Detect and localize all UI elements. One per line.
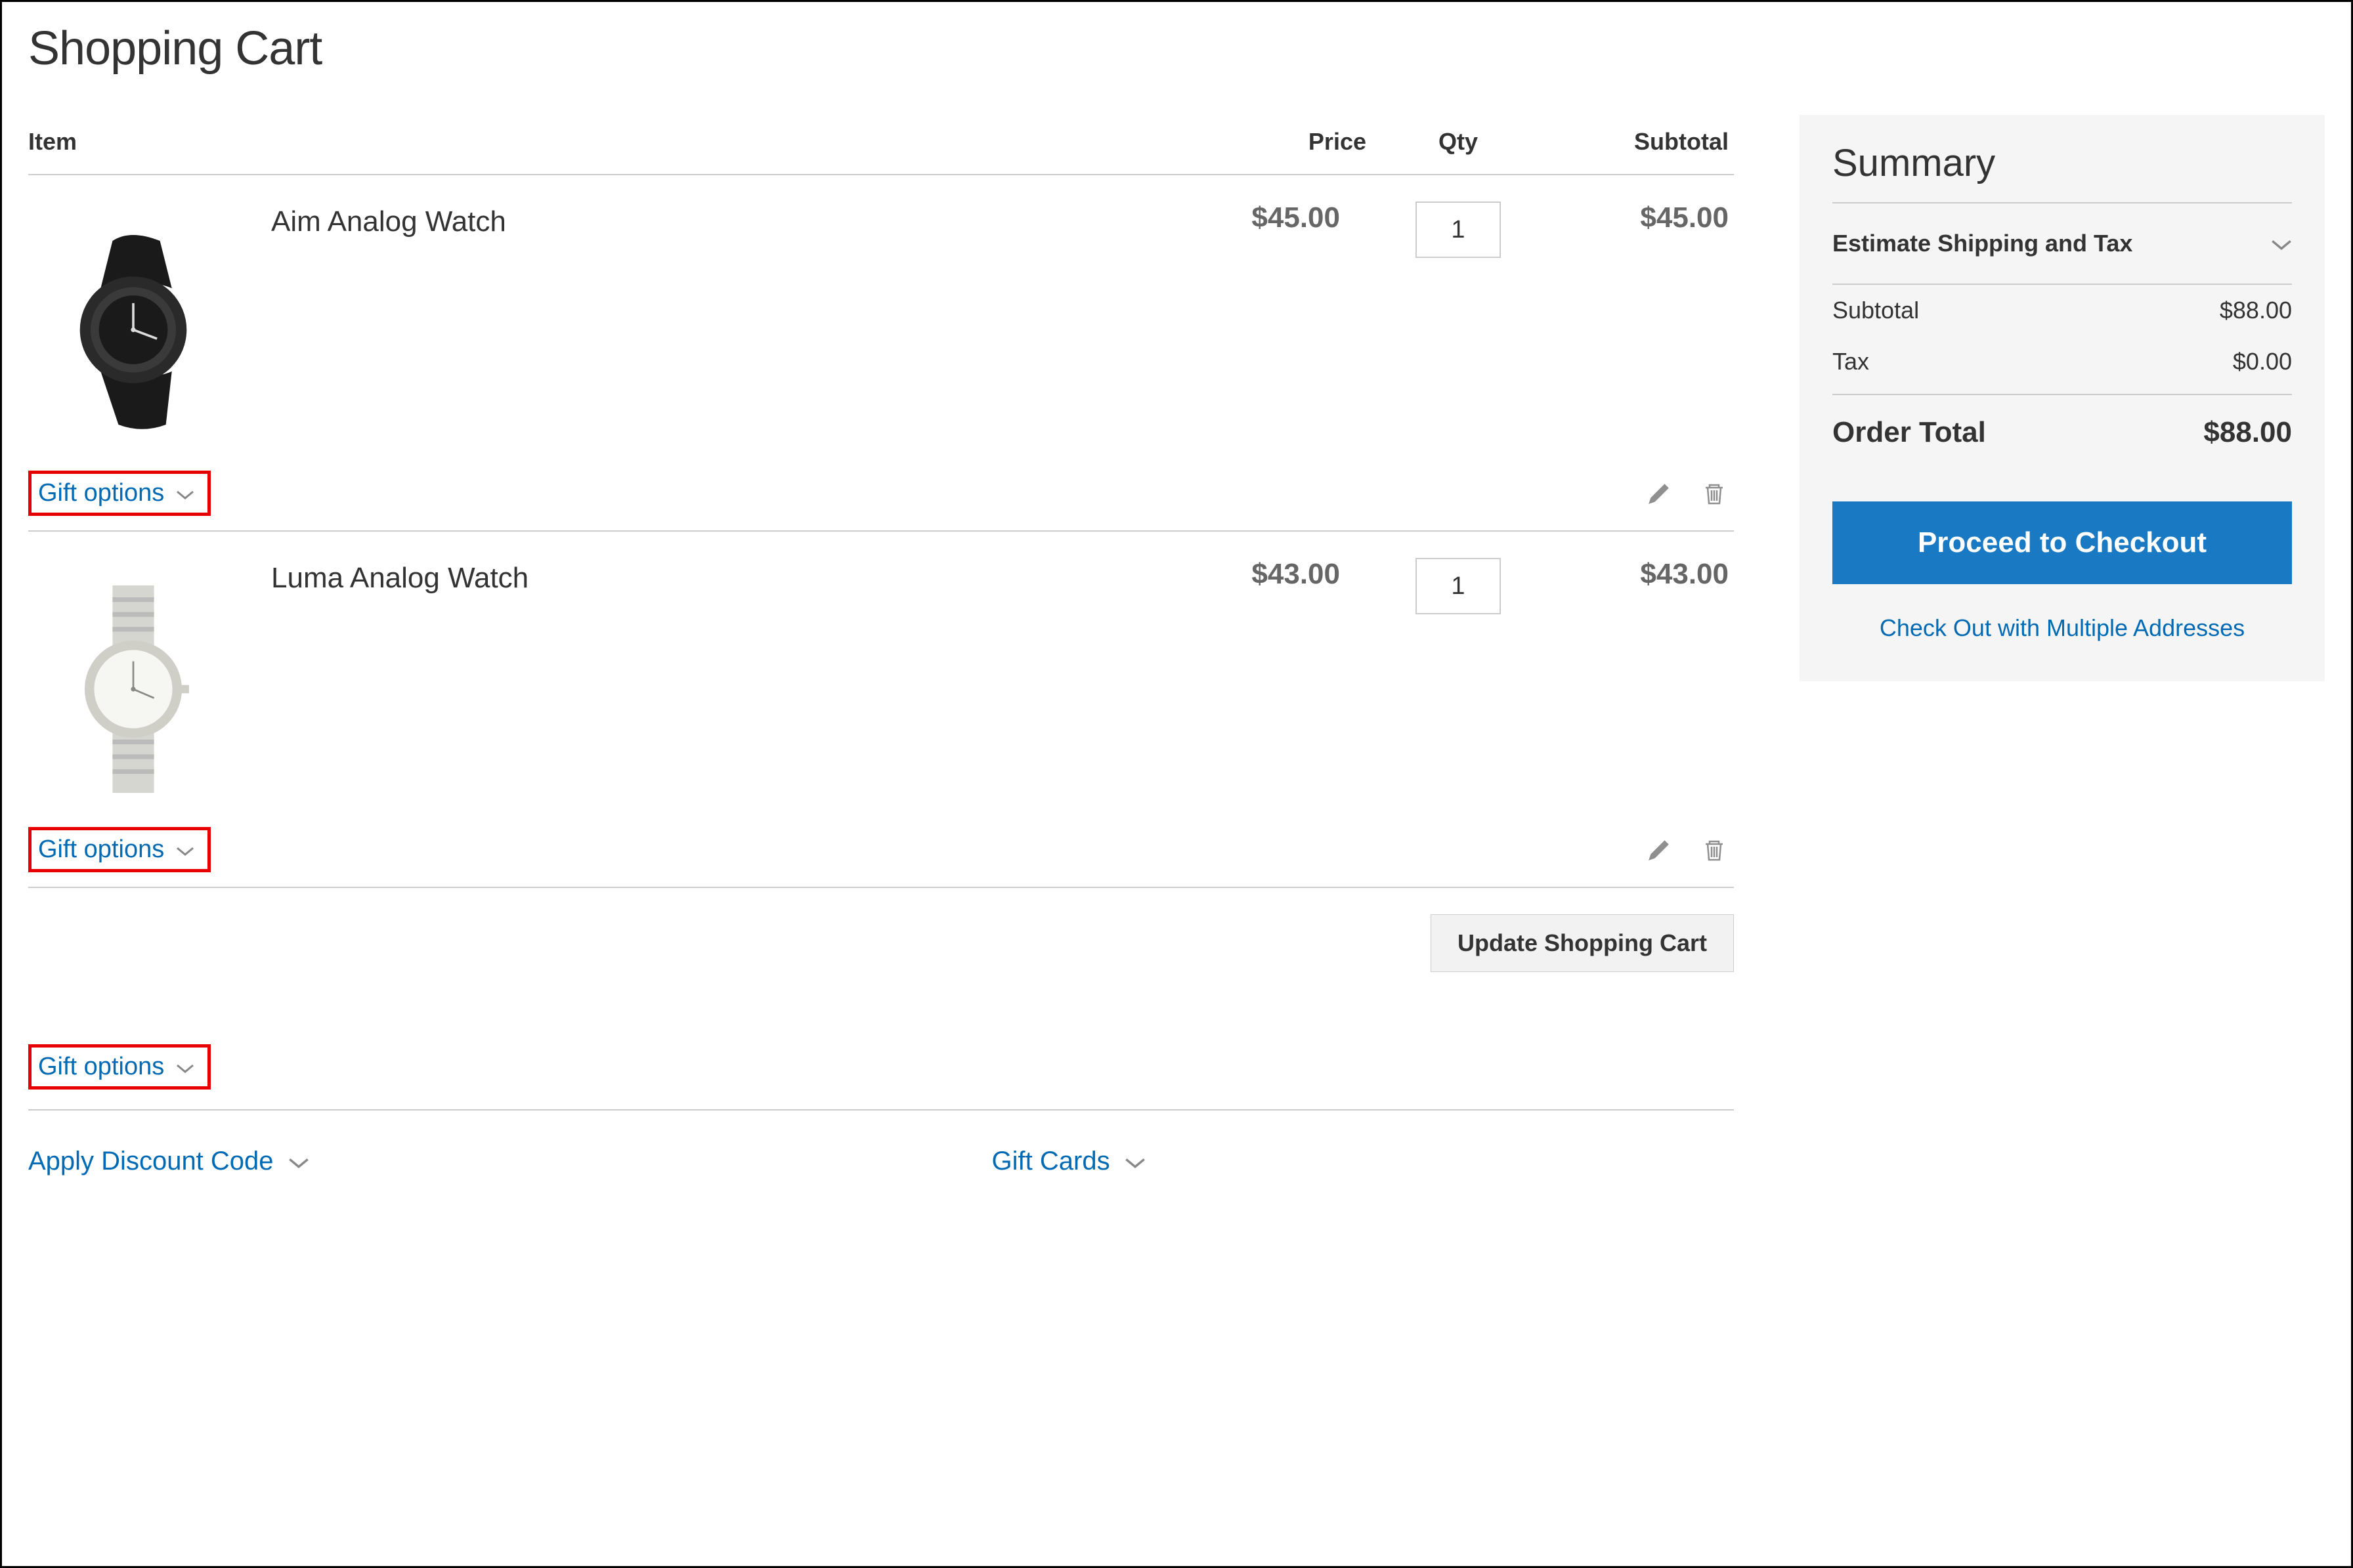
product-name[interactable]: Aim Analog Watch [271,201,506,238]
col-header-item: Item [28,115,1182,175]
estimate-shipping-label: Estimate Shipping and Tax [1832,230,2132,257]
order-gift-options-label: Gift options [38,1053,164,1081]
summary-subtotal-label: Subtotal [1832,297,1919,324]
summary-total-value: $88.00 [2203,416,2292,449]
edit-item-button[interactable] [1645,836,1673,864]
cart-column: Item Price Qty Subtotal [28,115,1734,1176]
item-price: $45.00 [1182,175,1366,464]
chevron-down-icon [176,836,194,864]
item-subtotal: $43.00 [1550,531,1734,820]
gift-cards-link[interactable]: Gift Cards [992,1147,1146,1176]
col-header-price: Price [1182,115,1366,175]
gift-options-label: Gift options [38,479,164,507]
chevron-down-icon [1125,1147,1146,1176]
col-header-qty: Qty [1366,115,1550,175]
qty-input[interactable] [1415,558,1501,614]
remove-item-button[interactable] [1700,479,1729,508]
summary-total-row: Order Total $88.00 [1832,395,2292,462]
cart-item-row: Luma Analog Watch $43.00 $43.00 [28,531,1734,820]
col-header-subtotal: Subtotal [1550,115,1734,175]
pencil-icon [1647,481,1672,506]
chevron-down-icon [2271,230,2292,257]
update-cart-button[interactable]: Update Shopping Cart [1431,914,1734,972]
chevron-down-icon [176,1053,194,1081]
qty-input[interactable] [1415,201,1501,258]
edit-item-button[interactable] [1645,479,1673,508]
chevron-down-icon [288,1147,309,1176]
summary-subtotal-value: $88.00 [2220,297,2292,324]
gift-options-label: Gift options [38,836,164,864]
page-title: Shopping Cart [28,22,2325,75]
item-subtotal: $45.00 [1550,175,1734,464]
apply-discount-label: Apply Discount Code [28,1147,274,1176]
product-name[interactable]: Luma Analog Watch [271,558,529,595]
gift-options-link[interactable]: Gift options [28,827,211,872]
summary-panel: Summary Estimate Shipping and Tax Subtot… [1800,115,2325,681]
gift-options-link[interactable]: Gift options [28,471,211,516]
product-image[interactable] [28,201,238,464]
summary-subtotal-row: Subtotal $88.00 [1832,285,2292,336]
summary-title: Summary [1832,141,2292,203]
gift-cards-label: Gift Cards [992,1147,1110,1176]
trash-icon [1702,837,1727,862]
chevron-down-icon [176,479,194,507]
product-image[interactable] [28,558,238,820]
summary-total-label: Order Total [1832,416,1986,449]
cart-table: Item Price Qty Subtotal [28,115,1734,888]
order-gift-options-link[interactable]: Gift options [28,1044,211,1090]
estimate-shipping-toggle[interactable]: Estimate Shipping and Tax [1832,203,2292,285]
proceed-to-checkout-button[interactable]: Proceed to Checkout [1832,501,2292,584]
apply-discount-link[interactable]: Apply Discount Code [28,1147,309,1176]
cart-item-row: Aim Analog Watch $45.00 $45.00 [28,175,1734,464]
summary-tax-row: Tax $0.00 [1832,336,2292,387]
multiple-addresses-link[interactable]: Check Out with Multiple Addresses [1832,614,2292,642]
item-price: $43.00 [1182,531,1366,820]
summary-tax-label: Tax [1832,348,1869,375]
summary-tax-value: $0.00 [2233,348,2292,375]
remove-item-button[interactable] [1700,836,1729,864]
pencil-icon [1647,837,1672,862]
trash-icon [1702,481,1727,506]
